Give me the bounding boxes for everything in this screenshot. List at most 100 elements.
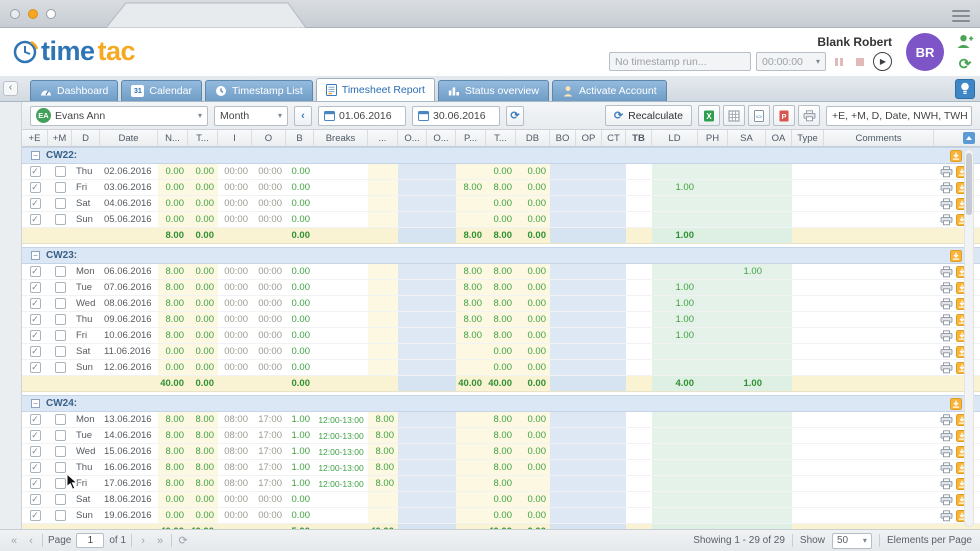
column-header-n[interactable]: N... (158, 130, 188, 146)
e-select-checkbox[interactable]: ✓ (30, 414, 41, 425)
m-select-checkbox[interactable] (55, 314, 66, 325)
column-header-ct[interactable]: CT (602, 130, 626, 146)
start-timer-button[interactable]: ▶ (873, 52, 892, 71)
column-header-d[interactable]: D (72, 130, 100, 146)
column-header-o[interactable]: O... (398, 130, 427, 146)
add-user-icon[interactable] (955, 31, 975, 51)
e-select-checkbox[interactable]: ✓ (30, 182, 41, 193)
page-input[interactable] (76, 533, 104, 548)
column-header-b[interactable]: B (286, 130, 314, 146)
e-select-checkbox[interactable]: ✓ (30, 266, 41, 277)
print-row-button[interactable] (940, 362, 953, 374)
e-select-checkbox[interactable]: ✓ (30, 462, 41, 473)
column-header-t[interactable]: T... (188, 130, 218, 146)
column-header-type[interactable]: Type (792, 130, 824, 146)
column-header-o[interactable]: O (252, 130, 286, 146)
column-header-i[interactable]: I (218, 130, 252, 146)
column-header-p[interactable]: P... (456, 130, 486, 146)
window-control-icon[interactable] (10, 9, 20, 19)
m-select-checkbox[interactable] (55, 198, 66, 209)
print-row-button[interactable] (940, 214, 953, 226)
page-size-select[interactable]: 50 ▾ (832, 533, 872, 549)
tab-status-overview[interactable]: Status overview (438, 80, 549, 101)
column-header-t[interactable]: T... (486, 130, 516, 146)
m-select-checkbox[interactable] (55, 214, 66, 225)
e-select-checkbox[interactable]: ✓ (30, 166, 41, 177)
export-pdf-button[interactable]: P (773, 105, 795, 126)
m-select-checkbox[interactable] (55, 430, 66, 441)
timer-display[interactable]: 00:00:00 ▾ (756, 52, 826, 71)
scroll-top-button[interactable] (963, 132, 975, 144)
print-row-button[interactable] (940, 478, 953, 490)
scrollbar-thumb[interactable] (966, 153, 972, 215)
print-row-button[interactable] (940, 166, 953, 178)
employee-select[interactable]: EA Evans Ann ▾ (30, 106, 208, 126)
m-select-checkbox[interactable] (55, 298, 66, 309)
column-header-oa[interactable]: OA (766, 130, 792, 146)
e-select-checkbox[interactable]: ✓ (30, 346, 41, 357)
date-from-input[interactable]: 01.06.2016 (318, 106, 406, 126)
print-row-button[interactable] (940, 510, 953, 522)
export-csv-button[interactable] (723, 105, 745, 126)
first-page-button[interactable]: « (8, 535, 20, 547)
column-header-sa[interactable]: SA (728, 130, 766, 146)
group-header-row[interactable]: −CW22: (22, 147, 980, 164)
column-header-date[interactable]: Date (100, 130, 158, 146)
export-group-button[interactable] (950, 398, 962, 410)
collapse-sidebar-button[interactable]: ‹ (3, 81, 18, 96)
e-select-checkbox[interactable]: ✓ (30, 362, 41, 373)
column-header-breaks[interactable]: Breaks (314, 130, 368, 146)
export-xml-button[interactable]: <> (748, 105, 770, 126)
timestamp-select[interactable]: No timestamp run... (609, 52, 751, 71)
collapse-group-icon[interactable]: − (31, 251, 40, 260)
stop-timer-icon[interactable] (852, 54, 868, 70)
date-prev-button[interactable]: ‹ (294, 106, 312, 126)
m-select-checkbox[interactable] (55, 362, 66, 373)
user-avatar[interactable]: BR (906, 33, 944, 71)
e-select-checkbox[interactable]: ✓ (30, 214, 41, 225)
m-select-checkbox[interactable] (55, 462, 66, 473)
e-select-checkbox[interactable]: ✓ (30, 198, 41, 209)
vertical-scrollbar[interactable] (964, 149, 974, 527)
print-row-button[interactable] (940, 298, 953, 310)
column-header-op[interactable]: OP (576, 130, 602, 146)
print-row-button[interactable] (940, 346, 953, 358)
column-header-db[interactable]: DB (516, 130, 550, 146)
tab-calendar[interactable]: 31Calendar (121, 80, 202, 101)
print-row-button[interactable] (940, 494, 953, 506)
column-header-o[interactable]: O... (427, 130, 456, 146)
column-header-bo[interactable]: BO (550, 130, 576, 146)
hamburger-menu-icon[interactable] (952, 7, 970, 25)
export-group-button[interactable] (950, 250, 962, 262)
collapse-group-icon[interactable]: − (31, 151, 40, 160)
m-select-checkbox[interactable] (55, 282, 66, 293)
tab-timestamp-list[interactable]: Timestamp List (205, 80, 313, 101)
m-select-checkbox[interactable] (55, 330, 66, 341)
e-select-checkbox[interactable]: ✓ (30, 282, 41, 293)
columns-select[interactable]: +E, +M, D, Date, NWH, TWH ▾ (826, 106, 972, 126)
column-header-ld[interactable]: LD (652, 130, 698, 146)
column-header-ph[interactable]: PH (698, 130, 728, 146)
m-select-checkbox[interactable] (55, 494, 66, 505)
lightbulb-button[interactable] (955, 79, 975, 99)
e-select-checkbox[interactable]: ✓ (30, 510, 41, 521)
m-select-checkbox[interactable] (55, 446, 66, 457)
e-select-checkbox[interactable]: ✓ (30, 330, 41, 341)
group-header-row[interactable]: −CW24: (22, 395, 980, 412)
next-page-button[interactable]: › (137, 535, 149, 547)
print-row-button[interactable] (940, 414, 953, 426)
export-group-button[interactable] (950, 150, 962, 162)
m-select-checkbox[interactable] (55, 510, 66, 521)
refresh-icon[interactable]: ⟳ (955, 54, 975, 74)
period-select[interactable]: Month ▾ (214, 106, 288, 126)
recalculate-button[interactable]: ⟳ Recalculate (605, 105, 692, 126)
prev-page-button[interactable]: ‹ (25, 535, 37, 547)
m-select-checkbox[interactable] (55, 414, 66, 425)
print-row-button[interactable] (940, 430, 953, 442)
print-row-button[interactable] (940, 314, 953, 326)
m-select-checkbox[interactable] (55, 478, 66, 489)
e-select-checkbox[interactable]: ✓ (30, 478, 41, 489)
pause-timer-icon[interactable] (831, 54, 847, 70)
column-header-m[interactable]: +M (48, 130, 72, 146)
column-header-e[interactable]: +E (22, 130, 48, 146)
